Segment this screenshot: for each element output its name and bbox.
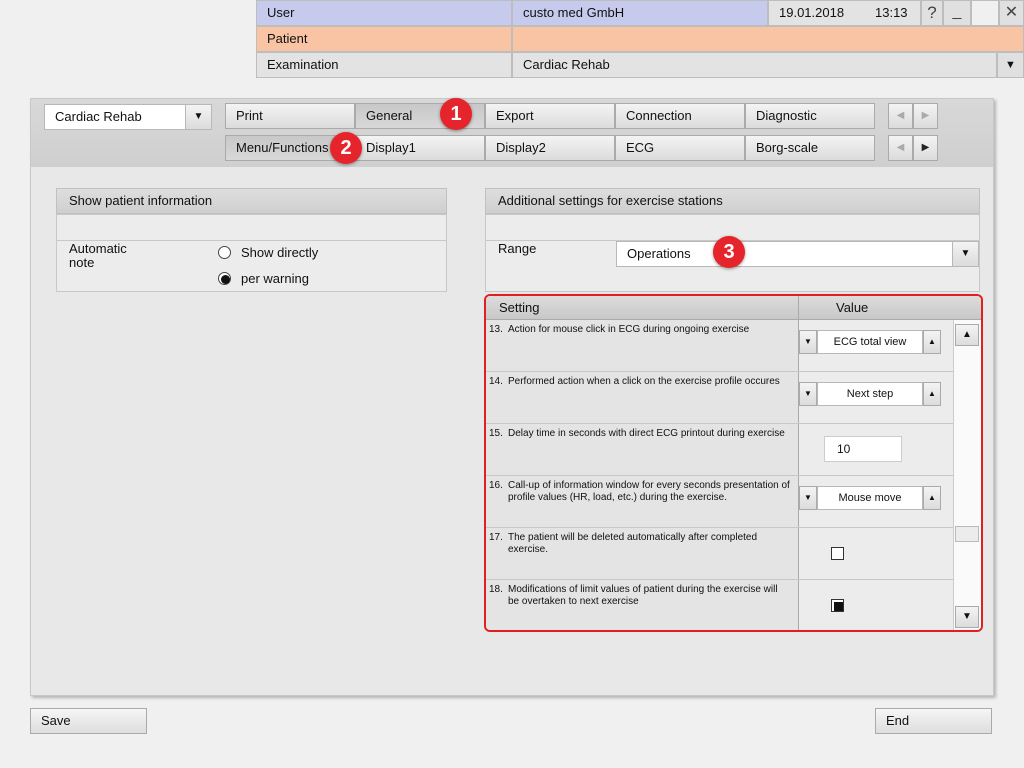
settings-table: Setting Value 13. Action for mouse click … bbox=[484, 294, 983, 632]
spin-down-icon[interactable]: ▼ bbox=[799, 486, 817, 510]
divider bbox=[798, 296, 799, 320]
tabs-row2-next-icon[interactable]: ▶ bbox=[913, 135, 938, 161]
tab-ecg[interactable]: ECG bbox=[615, 135, 745, 161]
setting-text: Delay time in seconds with direct ECG pr… bbox=[508, 428, 785, 439]
radio-show-directly-label: Show directly bbox=[241, 245, 319, 260]
tab-diagnostic[interactable]: Diagnostic bbox=[745, 103, 875, 129]
setting-text: Performed action when a click on the exe… bbox=[508, 376, 780, 387]
value-cell bbox=[798, 580, 953, 630]
spin-up-icon[interactable]: ▲ bbox=[923, 486, 941, 510]
col-setting-header: Setting bbox=[499, 300, 540, 315]
tab-display2[interactable]: Display2 bbox=[485, 135, 615, 161]
patient-value[interactable] bbox=[512, 26, 1024, 52]
setting-number: 16. bbox=[489, 480, 503, 491]
col-value-header: Value bbox=[836, 300, 869, 315]
automatic-note-label: Automatic note bbox=[69, 241, 127, 270]
setting-text: The patient will be deleted automaticall… bbox=[508, 532, 758, 555]
setting-number: 17. bbox=[489, 532, 503, 543]
module-select-chevron-down-icon[interactable]: ▼ bbox=[185, 105, 211, 129]
radio-show-directly[interactable] bbox=[218, 246, 231, 259]
examination-label: Examination bbox=[256, 52, 512, 78]
setting-text: Modifications of limit values of patient… bbox=[508, 584, 778, 607]
tabs-row2-prev-icon[interactable]: ◀ bbox=[888, 135, 913, 161]
table-row: 16. Call-up of information window for eve… bbox=[486, 476, 953, 528]
exercise-stations-section-title: Additional settings for exercise station… bbox=[485, 188, 980, 214]
time-display: 13:13 bbox=[875, 5, 908, 20]
value-spinner[interactable]: ECG total view bbox=[817, 330, 923, 354]
examination-select[interactable]: Cardiac Rehab bbox=[512, 52, 997, 78]
close-icon[interactable]: ✕ bbox=[999, 0, 1024, 26]
tab-borg-scale[interactable]: Borg-scale bbox=[745, 135, 875, 161]
table-row: 13. Action for mouse click in ECG during … bbox=[486, 320, 953, 372]
spin-down-icon[interactable]: ▼ bbox=[799, 382, 817, 406]
setting-text: Action for mouse click in ECG during ong… bbox=[508, 324, 750, 335]
setting-checkbox[interactable] bbox=[831, 547, 844, 560]
value-cell: ▼ ECG total view ▲ bbox=[798, 320, 953, 371]
spin-up-icon[interactable]: ▲ bbox=[923, 330, 941, 354]
patient-info-section-title: Show patient information bbox=[56, 188, 447, 214]
help-icon[interactable]: ? bbox=[921, 0, 943, 26]
scroll-thumb[interactable] bbox=[955, 526, 979, 542]
datetime-display: 19.01.2018 13:13 bbox=[768, 0, 921, 26]
radio-per-warning[interactable] bbox=[218, 272, 231, 285]
tabs-row1-next-icon[interactable]: ▶ bbox=[913, 103, 938, 129]
annotation-badge-1: 1 bbox=[440, 98, 472, 130]
value-cell: ▼ Mouse move ▲ bbox=[798, 476, 953, 527]
table-row: 17. The patient will be deleted automatic… bbox=[486, 528, 953, 580]
setting-checkbox[interactable] bbox=[831, 599, 844, 612]
end-button[interactable]: End bbox=[875, 708, 992, 734]
setting-number: 13. bbox=[489, 324, 503, 335]
setting-number: 14. bbox=[489, 376, 503, 387]
range-select-chevron-down-icon[interactable]: ▼ bbox=[952, 242, 978, 266]
user-label: User bbox=[256, 0, 512, 26]
save-button[interactable]: Save bbox=[30, 708, 147, 734]
date-display: 19.01.2018 bbox=[779, 5, 845, 20]
radio-per-warning-label: per warning bbox=[241, 271, 309, 286]
value-cell bbox=[798, 528, 953, 579]
tab-connection[interactable]: Connection bbox=[615, 103, 745, 129]
value-spinner[interactable]: Mouse move bbox=[817, 486, 923, 510]
value-spinner[interactable]: Next step bbox=[817, 382, 923, 406]
company-name: custo med GmbH bbox=[512, 0, 768, 26]
setting-text: Call-up of information window for every … bbox=[508, 480, 790, 503]
setting-number: 15. bbox=[489, 428, 503, 439]
range-select[interactable]: Operations bbox=[616, 241, 979, 267]
delay-seconds-input[interactable]: 10 bbox=[824, 436, 902, 462]
scroll-up-icon[interactable]: ▲ bbox=[955, 324, 979, 346]
window-spacer bbox=[971, 0, 999, 26]
table-row: 15. Delay time in seconds with direct ECG… bbox=[486, 424, 953, 476]
setting-number: 18. bbox=[489, 584, 503, 595]
patient-label: Patient bbox=[256, 26, 512, 52]
value-cell: ▼ Next step ▲ bbox=[798, 372, 953, 423]
annotation-badge-3: 3 bbox=[713, 236, 745, 268]
table-header: Setting Value bbox=[486, 296, 981, 320]
tab-print[interactable]: Print bbox=[225, 103, 355, 129]
spin-up-icon[interactable]: ▲ bbox=[923, 382, 941, 406]
table-scrollbar[interactable] bbox=[953, 320, 981, 630]
tab-display1[interactable]: Display1 bbox=[355, 135, 485, 161]
range-label: Range bbox=[498, 241, 537, 256]
minimize-icon[interactable]: _ bbox=[943, 0, 971, 26]
examination-dropdown-chevron-down-icon[interactable]: ▼ bbox=[997, 52, 1024, 78]
table-body: 13. Action for mouse click in ECG during … bbox=[486, 320, 953, 630]
scroll-down-icon[interactable]: ▼ bbox=[955, 606, 979, 628]
tabs-row1-prev-icon[interactable]: ◀ bbox=[888, 103, 913, 129]
tab-export[interactable]: Export bbox=[485, 103, 615, 129]
table-row: 14. Performed action when a click on the … bbox=[486, 372, 953, 424]
annotation-badge-2: 2 bbox=[330, 132, 362, 164]
spin-down-icon[interactable]: ▼ bbox=[799, 330, 817, 354]
table-row: 18. Modifications of limit values of pati… bbox=[486, 580, 953, 630]
value-cell: 10 bbox=[798, 424, 953, 475]
